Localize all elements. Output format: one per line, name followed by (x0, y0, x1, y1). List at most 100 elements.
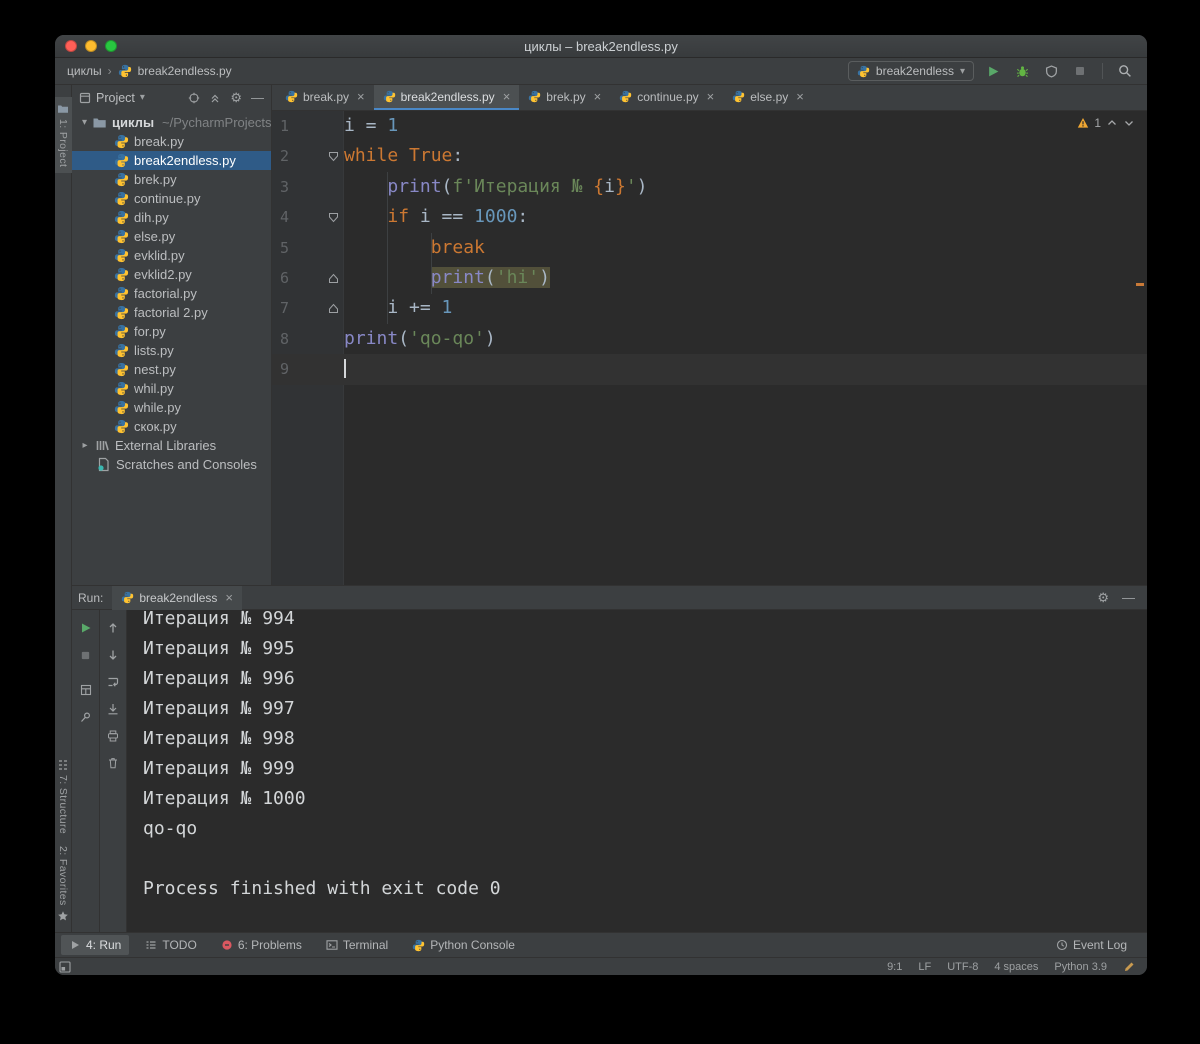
console-line[interactable]: Итерация № 1000 (143, 784, 1147, 814)
line-number[interactable]: 9 (272, 354, 322, 384)
console-line[interactable]: Process finished with exit code 0 (143, 874, 1147, 904)
project-view-title[interactable]: Project (96, 91, 135, 105)
panel-settings-button[interactable]: ⚙ (230, 90, 242, 106)
file-encoding[interactable]: UTF-8 (947, 961, 978, 973)
tree-file-item[interactable]: скок.py (72, 417, 271, 436)
code-line[interactable]: 3 print(f'Итерация № {i}') (272, 172, 1147, 202)
run-configuration-select[interactable]: break2endless ▾ (847, 61, 974, 81)
tree-file-item[interactable]: dih.py (72, 208, 271, 227)
close-window-button[interactable] (65, 40, 77, 52)
line-number[interactable]: 2 (272, 141, 322, 171)
editor-tab[interactable]: continue.py × (610, 85, 723, 110)
tree-file-item[interactable]: brek.py (72, 170, 271, 189)
run-console[interactable]: Итерация № 994 Итерация № 995 Итерация № 9… (127, 610, 1147, 932)
soft-wrap-button[interactable] (104, 673, 122, 691)
editor-tab[interactable]: else.py × (723, 85, 813, 110)
editor-tab[interactable]: break.py × (276, 85, 374, 110)
hide-panel-button[interactable]: — (251, 90, 264, 105)
inspections-widget[interactable]: 1 (1077, 116, 1135, 130)
line-separator[interactable]: LF (918, 961, 931, 973)
caret-position[interactable]: 9:1 (887, 961, 902, 973)
tree-file-item[interactable]: while.py (72, 398, 271, 417)
chevron-down-icon[interactable]: ▾ (82, 117, 87, 128)
print-button[interactable] (104, 727, 122, 745)
run-with-coverage-button[interactable] (1041, 61, 1061, 81)
run-tab[interactable]: break2endless × (112, 585, 243, 610)
close-tab-icon[interactable]: × (594, 89, 602, 104)
line-number[interactable]: 1 (272, 111, 322, 141)
close-tab-icon[interactable]: × (707, 89, 715, 104)
console-line[interactable]: Итерация № 997 (143, 694, 1147, 724)
breadcrumb-project[interactable]: циклы (67, 64, 102, 78)
tree-file-item[interactable]: evklid.py (72, 246, 271, 265)
next-problem-icon[interactable] (1123, 117, 1135, 129)
tree-file-item[interactable]: lists.py (72, 341, 271, 360)
python-interpreter[interactable]: Python 3.9 (1054, 961, 1107, 973)
code-line[interactable]: 8 print('qo-qo') (272, 324, 1147, 354)
code-line[interactable]: 7 i += 1 (272, 293, 1147, 323)
title-bar[interactable]: циклы – break2endless.py (55, 35, 1147, 58)
editor-tab[interactable]: break2endless.py × (373, 85, 520, 110)
line-number[interactable]: 5 (272, 233, 322, 263)
tree-file-item[interactable]: for.py (72, 322, 271, 341)
minimize-window-button[interactable] (85, 40, 97, 52)
stripe-project-button[interactable]: 1: Project (55, 97, 72, 174)
console-line[interactable]: Итерация № 999 (143, 754, 1147, 784)
external-libraries-item[interactable]: ▸ External Libraries (72, 436, 271, 455)
stripe-favorites-button[interactable]: 2: Favorites (55, 840, 72, 928)
tree-file-item[interactable]: continue.py (72, 189, 271, 208)
down-stack-trace-button[interactable] (104, 646, 122, 664)
console-line[interactable]: Итерация № 998 (143, 724, 1147, 754)
stop-button[interactable] (1070, 61, 1090, 81)
code-editor[interactable]: 1i = 1 2 while True: 3 print(f'Итерация № {… (272, 111, 1147, 585)
python-console-toolwindow-button[interactable]: Python Console (404, 935, 523, 955)
pin-tab-button[interactable] (77, 708, 95, 726)
stripe-structure-button[interactable]: 7: Structure (55, 753, 72, 840)
line-number[interactable]: 4 (272, 202, 322, 232)
tree-file-item[interactable]: else.py (72, 227, 271, 246)
tree-file-item[interactable]: factorial 2.py (72, 303, 271, 322)
console-line[interactable]: Итерация № 995 (143, 634, 1147, 664)
code-line[interactable]: 2 while True: (272, 141, 1147, 171)
console-line[interactable] (143, 844, 1147, 874)
close-run-tab-icon[interactable]: × (225, 590, 233, 605)
code-line[interactable]: 9 (272, 354, 1147, 385)
console-line[interactable]: Итерация № 996 (143, 664, 1147, 694)
project-root-item[interactable]: ▾ циклы ~/PycharmProjects (72, 113, 271, 132)
restore-layout-button[interactable] (77, 681, 95, 699)
highlighting-level-icon[interactable] (1123, 961, 1135, 973)
editor-tab[interactable]: brek.py × (519, 85, 610, 110)
up-stack-trace-button[interactable] (104, 619, 122, 637)
run-settings-button[interactable]: ⚙ (1097, 590, 1109, 606)
locate-file-button[interactable] (188, 92, 200, 104)
code-line[interactable]: 1i = 1 (272, 111, 1147, 141)
scratches-item[interactable]: Scratches and Consoles (72, 455, 271, 474)
line-number[interactable]: 6 (272, 263, 322, 293)
terminal-toolwindow-button[interactable]: Terminal (318, 935, 396, 955)
fold-up-icon[interactable] (322, 293, 344, 323)
chevron-down-icon[interactable]: ▾ (140, 92, 145, 103)
close-tab-icon[interactable]: × (357, 89, 365, 104)
tree-file-item[interactable]: break2endless.py (72, 151, 271, 170)
run-button[interactable] (983, 61, 1003, 81)
tree-file-item[interactable]: whil.py (72, 379, 271, 398)
tree-file-item[interactable]: evklid2.py (72, 265, 271, 284)
event-log-button[interactable]: Event Log (1048, 935, 1135, 955)
chevron-right-icon[interactable]: ▸ (80, 440, 90, 451)
error-stripe-warning-mark[interactable] (1136, 283, 1144, 286)
scroll-to-end-button[interactable] (104, 700, 122, 718)
console-line[interactable]: Итерация № 994 (143, 610, 1147, 634)
fold-down-icon[interactable] (322, 202, 344, 232)
collapse-all-button[interactable] (209, 92, 221, 104)
problems-toolwindow-button[interactable]: 6: Problems (213, 935, 310, 955)
tree-file-item[interactable]: break.py (72, 132, 271, 151)
fold-up-icon[interactable] (322, 263, 344, 293)
fold-down-icon[interactable] (322, 141, 344, 171)
rerun-button[interactable] (77, 619, 95, 637)
prev-problem-icon[interactable] (1106, 117, 1118, 129)
run-toolwindow-button[interactable]: 4: Run (61, 935, 130, 955)
code-line[interactable]: 4 if i == 1000: (272, 202, 1147, 232)
tree-file-item[interactable]: nest.py (72, 360, 271, 379)
line-number[interactable]: 3 (272, 172, 322, 202)
toolwindow-toggle-icon[interactable] (59, 960, 71, 973)
